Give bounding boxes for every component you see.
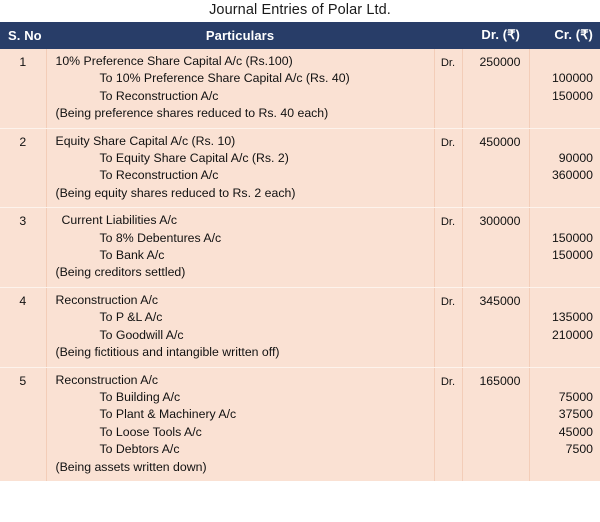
table-row: 1 10% Preference Share Capital A/c (Rs.10… [0, 49, 600, 129]
particulars-line: (Being assets written down) [55, 459, 207, 474]
particulars-line: To 10% Preference Share Capital A/c (Rs.… [99, 71, 350, 86]
cell-particulars: 10% Preference Share Capital A/c (Rs.100… [46, 49, 435, 129]
particulars-line: (Being creditors settled) [55, 265, 186, 280]
credit-amount-line: 45000 [558, 424, 593, 439]
credit-amount-line: 100000 [551, 71, 593, 86]
cell-serial-number: 4 [0, 287, 47, 368]
table-row: 4 Reconstruction A/c To P &L A/c To Goodwil… [0, 287, 600, 368]
credit-amount-line: 37500 [558, 407, 593, 422]
credit-amount-line: 7500 [565, 442, 593, 457]
particulars-line: (Being equity shares reduced to Rs. 2 ea… [55, 185, 296, 200]
table-row: 3 Current Liabilities A/c To 8% Debentures… [0, 207, 600, 288]
cell-credit-amount: 0900003600000 [529, 128, 600, 209]
credit-amount-line: 360000 [551, 168, 593, 183]
particulars-line: Reconstruction A/c [55, 292, 159, 307]
cell-serial-number: 1 [0, 49, 47, 129]
column-header-particulars: Particulars [46, 22, 434, 49]
particulars-line: Current Liabilities A/c [61, 213, 178, 228]
credit-amount-line: 150000 [551, 230, 593, 245]
particulars-line: To Building A/c [99, 389, 181, 404]
cell-debit-amount: 300000 [462, 207, 530, 288]
cell-dr-marker: Dr. [434, 207, 463, 288]
cell-debit-amount: 250000 [462, 49, 530, 129]
table-body: 1 10% Preference Share Capital A/c (Rs.10… [0, 49, 600, 481]
cell-particulars: Reconstruction A/c To Building A/c To Plan… [46, 367, 435, 481]
cell-serial-number: 3 [0, 207, 47, 288]
credit-amount-line: 75000 [558, 389, 593, 404]
particulars-line: To Goodwill A/c [99, 327, 184, 342]
credit-amount-line: 135000 [551, 310, 593, 325]
column-header-credit: Cr. (₹) [529, 22, 600, 49]
cell-serial-number: 2 [0, 128, 47, 209]
particulars-line: Equity Share Capital A/c (Rs. 10) [55, 133, 236, 148]
credit-amount-line: 210000 [551, 327, 593, 342]
cell-particulars: Equity Share Capital A/c (Rs. 10) To Equi… [46, 128, 435, 209]
particulars-line: To Reconstruction A/c [99, 168, 219, 183]
particulars-line: (Being preference shares reduced to Rs. … [55, 106, 329, 121]
particulars-line: To Equity Share Capital A/c (Rs. 2) [99, 151, 289, 166]
credit-amount-line: 150000 [551, 248, 593, 263]
table-row: 5 Reconstruction A/c To Building A/c To Pla… [0, 367, 600, 481]
credit-amount-line: 90000 [558, 151, 593, 166]
column-header-drcr [434, 22, 462, 49]
particulars-line: To P &L A/c [99, 310, 163, 325]
cell-credit-amount: 01350002100000 [529, 287, 600, 368]
cell-debit-amount: 165000 [462, 367, 530, 481]
cell-dr-marker: Dr. [434, 367, 463, 481]
cell-serial-number: 5 [0, 367, 47, 481]
cell-debit-amount: 345000 [462, 287, 530, 368]
particulars-line: To Bank A/c [99, 248, 165, 263]
table-row: 2 Equity Share Capital A/c (Rs. 10) To Equ… [0, 128, 600, 209]
journal-entries-table: S. No Particulars Dr. (₹) Cr. (₹) 1 10% P… [0, 22, 600, 481]
particulars-line: (Being fictitious and intangible written… [55, 345, 280, 360]
particulars-line: Reconstruction A/c [55, 372, 159, 387]
particulars-line: To Plant & Machinery A/c [99, 407, 237, 422]
cell-dr-marker: Dr. [434, 287, 463, 368]
cell-credit-amount: 075000375004500075000 [529, 367, 600, 481]
cell-particulars: Reconstruction A/c To P &L A/c To Goodwill… [46, 287, 435, 368]
cell-dr-marker: Dr. [434, 49, 463, 129]
table-header-row: S. No Particulars Dr. (₹) Cr. (₹) [0, 22, 600, 49]
cell-debit-amount: 450000 [462, 128, 530, 209]
column-header-sno: S. No [0, 22, 46, 49]
journal-document: Journal Entries of Polar Ltd. S. No Part… [0, 0, 600, 522]
cell-dr-marker: Dr. [434, 128, 463, 209]
page-title: Journal Entries of Polar Ltd. [209, 2, 391, 18]
column-header-debit: Dr. (₹) [462, 22, 529, 49]
cell-credit-amount: 01000001500000 [529, 49, 600, 129]
cell-particulars: Current Liabilities A/c To 8% Debentures … [46, 207, 435, 288]
particulars-line: To 8% Debentures A/c [99, 230, 222, 245]
table-header: S. No Particulars Dr. (₹) Cr. (₹) [0, 22, 600, 49]
cell-credit-amount: 01500001500000 [529, 207, 600, 288]
particulars-line: 10% Preference Share Capital A/c (Rs.100… [55, 54, 293, 68]
credit-amount-line: 150000 [551, 88, 593, 103]
particulars-line: To Loose Tools A/c [99, 424, 202, 439]
particulars-line: To Reconstruction A/c [99, 88, 219, 103]
particulars-line: To Debtors A/c [99, 442, 180, 457]
